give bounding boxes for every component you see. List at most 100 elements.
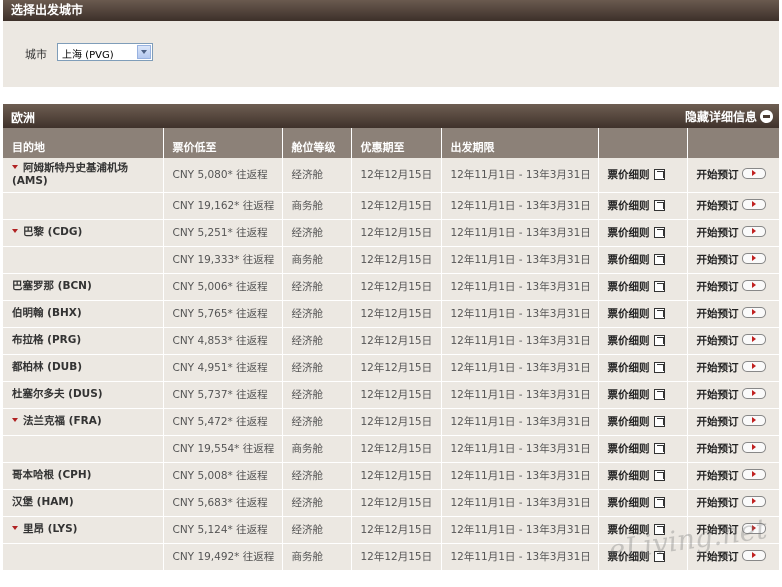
book-now-button[interactable]: 开始预订 <box>687 462 780 490</box>
expand-arrow-icon[interactable] <box>12 164 18 169</box>
offer-until-cell: 12年12月15日 <box>351 300 442 328</box>
destination-cell[interactable]: 阿姆斯特丹史基浦机场 (AMS) <box>3 158 164 193</box>
city-select[interactable]: 上海 (PVG) <box>57 43 153 61</box>
expand-arrow-icon[interactable] <box>12 418 18 422</box>
external-link-icon[interactable] <box>653 335 665 346</box>
play-arrow-icon[interactable] <box>741 496 766 507</box>
external-link-icon[interactable] <box>653 416 665 427</box>
col-destination: 目的地 <box>3 128 164 158</box>
fare-rules-label: 票价细则 <box>607 200 650 212</box>
external-link-icon[interactable] <box>653 169 665 181</box>
table-row: 汉堡 (HAM) CNY 5,683* 往返程 经济舱 12年12月15日 12年11月… <box>3 489 780 517</box>
offer-until-cell: 12年12月15日 <box>351 327 442 355</box>
offer-until-cell: 12年12月15日 <box>351 435 442 463</box>
fare-rules-link[interactable]: 票价细则 <box>598 192 688 220</box>
fare-rules-link[interactable]: 票价细则 <box>598 381 688 409</box>
fare-rules-link[interactable]: 票价细则 <box>598 354 688 382</box>
price-cell: CNY 4,951* 往返程 <box>163 354 283 382</box>
play-arrow-icon[interactable] <box>741 168 766 180</box>
book-now-button[interactable]: 开始预订 <box>687 158 780 193</box>
cabin-cell: 经济舱 <box>282 219 352 247</box>
cabin-cell: 商务舱 <box>282 192 352 220</box>
destination-cell: 布拉格 (PRG) <box>3 327 164 355</box>
fare-rules-label: 票价细则 <box>607 335 650 347</box>
book-now-label: 开始预订 <box>696 254 739 266</box>
external-link-icon[interactable] <box>653 308 665 319</box>
book-now-label: 开始预订 <box>696 200 739 212</box>
play-arrow-icon[interactable] <box>741 469 766 480</box>
book-now-button[interactable]: 开始预订 <box>687 246 780 274</box>
play-arrow-icon[interactable] <box>741 334 766 345</box>
book-now-button[interactable]: 开始预订 <box>687 354 780 382</box>
book-now-button[interactable]: 开始预订 <box>687 300 780 328</box>
external-link-icon[interactable] <box>653 389 665 400</box>
fare-rules-link[interactable]: 票价细则 <box>598 462 688 490</box>
external-link-icon[interactable] <box>653 443 665 454</box>
travel-period-cell: 12年11月1日 - 13年3月31日 <box>441 246 599 274</box>
destination-name: 法兰克福 (FRA) <box>23 415 102 427</box>
destination-name: 哥本哈根 (CPH) <box>12 469 92 481</box>
destination-cell: 都柏林 (DUB) <box>3 354 164 382</box>
destination-cell[interactable]: 里昂 (LYS) <box>3 516 164 544</box>
play-arrow-icon[interactable] <box>741 199 766 210</box>
external-link-icon[interactable] <box>653 470 665 481</box>
offer-until-cell: 12年12月15日 <box>351 462 442 490</box>
play-arrow-icon[interactable] <box>741 226 766 237</box>
book-now-button[interactable]: 开始预订 <box>687 327 780 355</box>
book-now-button[interactable]: 开始预订 <box>687 192 780 220</box>
destination-cell: 巴塞罗那 (BCN) <box>3 273 164 301</box>
play-arrow-icon[interactable] <box>741 415 766 426</box>
book-now-button[interactable]: 开始预订 <box>687 435 780 463</box>
col-rules <box>598 128 688 158</box>
fare-rules-link[interactable]: 票价细则 <box>598 327 688 355</box>
play-arrow-icon[interactable] <box>741 550 766 561</box>
external-link-icon[interactable] <box>653 281 665 292</box>
travel-period-cell: 12年11月1日 - 13年3月31日 <box>441 381 599 409</box>
destination-cell <box>3 192 164 220</box>
header-title: 选择出发城市 <box>11 3 84 17</box>
fare-rules-link[interactable]: 票价细则 <box>598 408 688 436</box>
minus-circle-icon[interactable] <box>760 110 773 123</box>
play-arrow-icon[interactable] <box>741 253 766 264</box>
table-header-row: 目的地 票价低至 舱位等级 优惠期至 出发期限 <box>3 128 780 158</box>
external-link-icon[interactable] <box>653 362 665 373</box>
city-select-value: 上海 (PVG) <box>62 50 114 61</box>
destination-name: 巴塞罗那 (BCN) <box>12 280 92 292</box>
external-link-icon[interactable] <box>653 200 665 211</box>
chevron-down-icon[interactable] <box>137 45 151 59</box>
region-title: 欧洲 <box>11 111 36 125</box>
play-arrow-icon[interactable] <box>741 361 766 372</box>
external-link-icon[interactable] <box>653 227 665 238</box>
hide-details-toggle[interactable]: 隐藏详细信息 <box>685 108 773 125</box>
travel-period-cell: 12年11月1日 - 13年3月31日 <box>441 462 599 490</box>
fare-rules-link[interactable]: 票价细则 <box>598 273 688 301</box>
external-link-icon[interactable] <box>653 497 665 508</box>
book-now-button[interactable]: 开始预订 <box>687 219 780 247</box>
expand-arrow-icon[interactable] <box>12 229 18 233</box>
cabin-cell: 经济舱 <box>282 381 352 409</box>
play-arrow-icon[interactable] <box>741 307 766 318</box>
fare-rules-label: 票价细则 <box>607 281 650 293</box>
fare-rules-link[interactable]: 票价细则 <box>598 219 688 247</box>
destination-cell[interactable]: 巴黎 (CDG) <box>3 219 164 247</box>
destination-cell[interactable]: 法兰克福 (FRA) <box>3 408 164 436</box>
table-row: CNY 19,333* 往返程 商务舱 12年12月15日 12年11月1日 - 13… <box>3 246 780 274</box>
fare-rules-label: 票价细则 <box>607 308 650 320</box>
fare-rules-link[interactable]: 票价细则 <box>598 158 688 193</box>
play-arrow-icon[interactable] <box>741 388 766 399</box>
book-now-button[interactable]: 开始预订 <box>687 408 780 436</box>
external-link-icon[interactable] <box>653 254 665 265</box>
table-row: CNY 19,162* 往返程 商务舱 12年12月15日 12年11月1日 - 13… <box>3 192 780 220</box>
fare-rules-link[interactable]: 票价细则 <box>598 246 688 274</box>
travel-period-cell: 12年11月1日 - 13年3月31日 <box>441 300 599 328</box>
book-now-button[interactable]: 开始预订 <box>687 273 780 301</box>
play-arrow-icon[interactable] <box>741 280 766 291</box>
fare-rules-link[interactable]: 票价细则 <box>598 300 688 328</box>
book-now-button[interactable]: 开始预订 <box>687 489 780 517</box>
price-cell: CNY 19,333* 往返程 <box>163 246 283 274</box>
fare-rules-link[interactable]: 票价细则 <box>598 489 688 517</box>
play-arrow-icon[interactable] <box>741 442 766 453</box>
book-now-button[interactable]: 开始预订 <box>687 381 780 409</box>
fare-rules-link[interactable]: 票价细则 <box>598 435 688 463</box>
expand-arrow-icon[interactable] <box>12 526 18 530</box>
